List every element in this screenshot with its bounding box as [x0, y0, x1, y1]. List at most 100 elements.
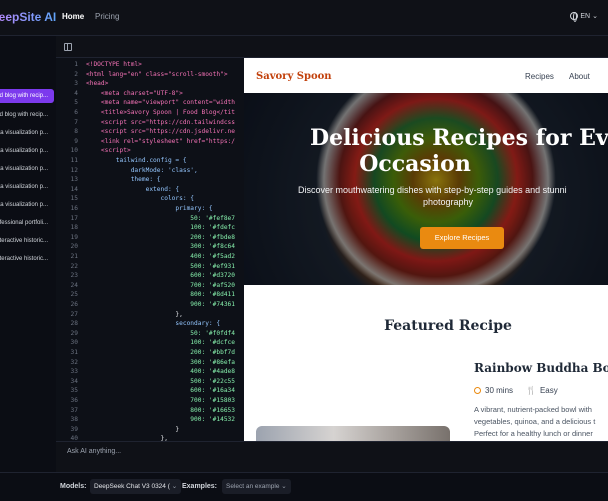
brand-logo[interactable]: DeepSite AI	[0, 10, 56, 24]
code-line: theme: {	[86, 176, 161, 184]
example-select-placeholder: Select an example	[226, 483, 280, 490]
language-label: EN	[580, 12, 591, 20]
line-number: 11	[70, 157, 78, 164]
example-select[interactable]: Select an example ⌄	[222, 479, 291, 494]
preview-logo[interactable]: Savory Spoon	[256, 71, 332, 82]
sidebar-item[interactable]: Data visualization p...	[0, 144, 54, 158]
line-number: 19	[70, 233, 78, 241]
code-line: <title>Savory Spoon | Food Blog</tit	[86, 109, 236, 116]
code-line: 300: '#f8c64	[86, 243, 236, 251]
code-line: primary: {	[86, 205, 213, 212]
explore-recipes-button[interactable]: Explore Recipes	[420, 227, 504, 249]
code-line: 400: '#f5ad2	[86, 253, 236, 260]
sidebar-item[interactable]: Food blog with recip...	[0, 89, 54, 103]
code-line: <script src="https://cdn.tailwindcss	[86, 118, 236, 126]
line-number: 8	[74, 128, 78, 136]
code-line: 100: '#dcfce	[86, 339, 236, 347]
code-line: 800: '#8d411	[86, 291, 236, 299]
recipe-time-label: 30 mins	[485, 386, 514, 395]
code-line: 300: '#86efa	[86, 358, 236, 366]
line-number: 29	[70, 329, 78, 337]
code-line: 200: '#fbde8	[86, 233, 236, 241]
sidebar-item[interactable]: Professional portfoli...	[0, 216, 54, 230]
sidebar-item-label: Interactive historic...	[0, 238, 48, 244]
sidebar-item-label: Food blog with recip...	[0, 112, 48, 118]
line-number: 24	[70, 281, 78, 289]
chevron-down-icon: ⌄	[592, 13, 598, 20]
chevron-down-icon: ⌄	[281, 483, 287, 490]
recipe-difficulty: 🍴 Easy	[526, 386, 558, 395]
line-number: 26	[70, 301, 78, 308]
line-number: 18	[70, 224, 78, 232]
line-number: 35	[70, 387, 78, 395]
code-line: colors: {	[86, 195, 195, 203]
model-select[interactable]: DeepSeek Chat V3 0324 ( ⌄	[90, 479, 182, 494]
chevron-down-icon: ⌄	[171, 483, 178, 490]
model-select-value: DeepSeek Chat V3 0324 (	[94, 483, 170, 490]
code-line: 50: '#f0fdf4	[86, 329, 236, 337]
desc-line: A vibrant, nutrient-packed bowl with	[474, 405, 592, 414]
sidebar-item[interactable]: Interactive historic...	[0, 234, 54, 248]
line-number: 16	[70, 205, 78, 212]
code-line: 600: '#d3720	[86, 272, 236, 280]
line-number: 5	[74, 99, 78, 107]
nav-pricing[interactable]: Pricing	[95, 12, 119, 21]
hero-section: Delicious Recipes for Every Occasion Dis…	[244, 93, 608, 285]
line-number: 30	[70, 339, 78, 347]
sidebar-item[interactable]: Data visualization p...	[0, 198, 54, 212]
code-line: <link rel="stylesheet" href="https:/	[86, 137, 236, 145]
code-line: 500: '#22c55	[86, 377, 236, 385]
hero-title-line2: Occasion	[359, 151, 471, 177]
line-number: 17	[70, 214, 78, 222]
line-number: 23	[70, 272, 78, 280]
code-line: 900: '#14532	[86, 416, 236, 424]
sidebar-item-label: Data visualization p...	[0, 130, 48, 136]
line-number: 6	[74, 109, 78, 116]
sidebar-item[interactable]: Food blog with recip...	[0, 108, 54, 122]
preview-nav-about[interactable]: About	[569, 72, 590, 81]
line-number: 12	[70, 166, 78, 174]
site-preview: Savory Spoon Recipes About Delicious Rec…	[244, 58, 608, 441]
code-line: extend: {	[86, 185, 180, 193]
line-number: 3	[74, 80, 78, 88]
preview-nav-recipes[interactable]: Recipes	[525, 72, 554, 81]
code-line: }	[86, 425, 180, 433]
editor-toolbar	[56, 36, 608, 58]
sidebar-item[interactable]: Data visualization p...	[0, 126, 54, 140]
code-line: 200: '#bbf7d	[86, 349, 236, 356]
top-nav: DeepSite AI Home Pricing EN ⌄	[0, 0, 608, 36]
code-line: <meta name="viewport" content="width	[86, 99, 236, 107]
prompt-input[interactable]: Ask AI anything...	[67, 448, 121, 455]
sidebar-item[interactable]: Data visualization p...	[0, 180, 54, 194]
sidebar-item-label: Interactive historic...	[0, 256, 48, 262]
recipe-title[interactable]: Rainbow Buddha Bowl	[474, 361, 608, 375]
nav-home[interactable]: Home	[62, 12, 84, 21]
sidebar-item-label: Data visualization p...	[0, 148, 48, 154]
language-selector[interactable]: EN ⌄	[570, 12, 598, 22]
line-number: 1	[74, 61, 78, 68]
sidebar-item-label: Data visualization p...	[0, 184, 48, 190]
code-line: 50: '#fef8e7	[86, 214, 236, 222]
code-line: 100: '#fdefc	[86, 224, 236, 232]
sidebar-item[interactable]: Data visualization p...	[0, 162, 54, 176]
hero-subtitle-line2: photography	[422, 197, 474, 207]
preview-nav: Savory Spoon Recipes About	[244, 58, 608, 93]
featured-heading: Featured Recipe	[384, 318, 512, 334]
sidebar: Food blog with recip... Food blog with r…	[0, 36, 56, 441]
examples-label: Examples:	[182, 483, 218, 490]
line-number: 13	[70, 176, 78, 184]
line-gutter: 1 2 3 4 5 6 7 8 9 10 11 12 13 14 15 16 17 18 19 20 21 22 23 24 2…	[56, 58, 80, 441]
code-line: secondary: {	[86, 320, 221, 328]
code-editor[interactable]: 1 2 3 4 5 6 7 8 9 10 11 12 13 14 15 16 17 18 19 20 21 22 23 24 2…	[56, 58, 244, 441]
line-number: 33	[70, 368, 78, 376]
code-line: 500: '#ef931	[86, 262, 236, 270]
code-line: 400: '#4ade8	[86, 368, 236, 376]
code-line: },	[86, 310, 183, 318]
code-line: 600: '#16a34	[86, 387, 236, 395]
code-line: <script src="https://cdn.jsdelivr.ne	[86, 128, 236, 136]
globe-icon	[570, 12, 579, 22]
sidebar-toggle-icon[interactable]	[64, 43, 72, 51]
code-line: <head>	[86, 80, 109, 88]
clock-icon	[474, 387, 481, 394]
sidebar-item[interactable]: Interactive historic...	[0, 252, 54, 266]
